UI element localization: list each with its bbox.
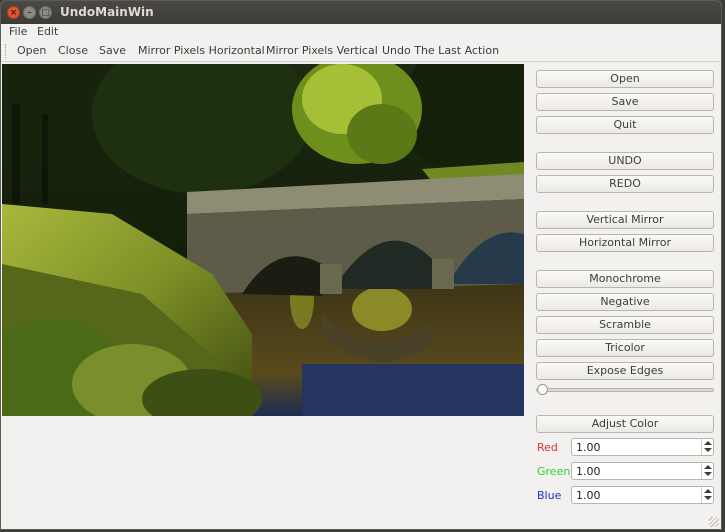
open-button[interactable]: Open <box>536 70 714 88</box>
resize-grip[interactable] <box>709 517 719 527</box>
window-title: UndoMainWin <box>60 5 154 19</box>
blue-increment-icon[interactable] <box>704 489 712 493</box>
toolbar-undo[interactable]: Undo The Last Action <box>382 44 499 57</box>
vertical-mirror-button[interactable]: Vertical Mirror <box>536 211 714 229</box>
minimize-window-icon[interactable]: – <box>23 6 36 19</box>
close-window-icon[interactable]: × <box>7 6 20 19</box>
undo-button[interactable]: UNDO <box>536 152 714 170</box>
toolbar: Open Close Save Mirror Pixels Horizontal… <box>1 40 721 62</box>
green-spin-arrows[interactable] <box>701 463 713 479</box>
scramble-button[interactable]: Scramble <box>536 316 714 334</box>
title-bar: × – □ UndoMainWin <box>1 1 721 24</box>
blue-label: Blue <box>537 489 562 502</box>
red-spinbox[interactable]: 1.00 <box>571 438 714 456</box>
toolbar-grip[interactable] <box>5 44 8 58</box>
red-label: Red <box>537 441 558 454</box>
save-button[interactable]: Save <box>536 93 714 111</box>
blue-value[interactable]: 1.00 <box>576 489 601 502</box>
edge-slider-handle[interactable] <box>537 384 548 395</box>
horizontal-mirror-button[interactable]: Horizontal Mirror <box>536 234 714 252</box>
quit-button[interactable]: Quit <box>536 116 714 134</box>
main-window: × – □ UndoMainWin File Edit Open Close S… <box>0 0 722 530</box>
green-increment-icon[interactable] <box>704 465 712 469</box>
negative-button[interactable]: Negative <box>536 293 714 311</box>
toolbar-save[interactable]: Save <box>99 44 126 57</box>
red-spin-arrows[interactable] <box>701 439 713 455</box>
expose-edges-button[interactable]: Expose Edges <box>536 362 714 380</box>
adjust-color-button[interactable]: Adjust Color <box>536 415 714 433</box>
redo-button[interactable]: REDO <box>536 175 714 193</box>
edge-slider-track[interactable] <box>536 388 714 392</box>
green-label: Green <box>537 465 571 478</box>
blue-decrement-icon[interactable] <box>704 496 712 500</box>
toolbar-mirror-horizontal[interactable]: Mirror Pixels Horizontal <box>138 44 265 57</box>
menu-edit[interactable]: Edit <box>37 25 58 38</box>
toolbar-mirror-vertical[interactable]: Mirror Pixels Vertical <box>266 44 378 57</box>
toolbar-open[interactable]: Open <box>17 44 46 57</box>
red-value[interactable]: 1.00 <box>576 441 601 454</box>
blue-spinbox[interactable]: 1.00 <box>571 486 714 504</box>
tricolor-button[interactable]: Tricolor <box>536 339 714 357</box>
toolbar-close[interactable]: Close <box>58 44 88 57</box>
green-spinbox[interactable]: 1.00 <box>571 462 714 480</box>
red-decrement-icon[interactable] <box>704 448 712 452</box>
menu-bar: File Edit <box>1 24 721 40</box>
menu-file[interactable]: File <box>9 25 27 38</box>
red-increment-icon[interactable] <box>704 441 712 445</box>
green-value[interactable]: 1.00 <box>576 465 601 478</box>
blue-spin-arrows[interactable] <box>701 487 713 503</box>
photo-image <box>2 64 524 416</box>
maximize-window-icon[interactable]: □ <box>39 6 52 19</box>
monochrome-button[interactable]: Monochrome <box>536 270 714 288</box>
green-decrement-icon[interactable] <box>704 472 712 476</box>
